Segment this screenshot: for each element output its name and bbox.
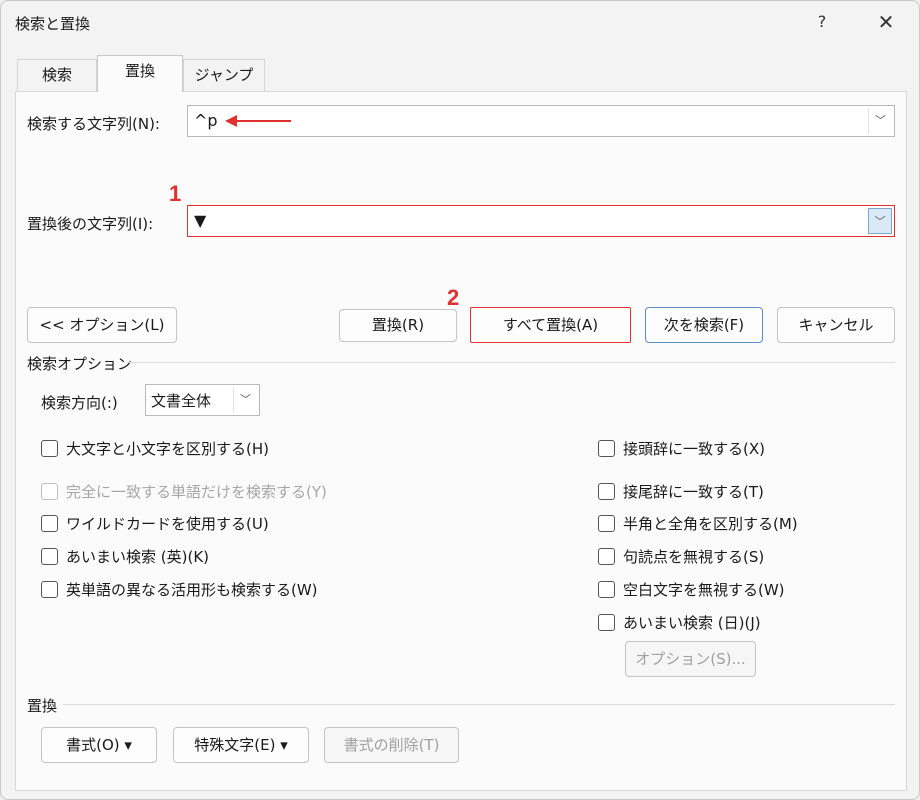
format-button[interactable]: 書式(O) ▾ — [41, 727, 157, 763]
checkbox-whole-word: 完全に一致する単語だけを検索する(Y) — [41, 480, 327, 502]
checkbox-match-case[interactable]: 大文字と小文字を区別する(H) — [41, 437, 269, 459]
replace-all-button[interactable]: すべて置換(A) — [470, 307, 631, 343]
checkbox-label: 半角と全角を区別する(M) — [623, 514, 798, 533]
find-dropdown-icon[interactable]: ﹀ — [868, 108, 892, 134]
checkbox-box — [41, 482, 58, 500]
checkbox-label: 句読点を無視する(S) — [623, 547, 765, 566]
checkbox-ignore-punctuation[interactable]: 句読点を無視する(S) — [598, 545, 764, 567]
checkbox-box[interactable] — [598, 482, 615, 500]
direction-dropdown-icon[interactable]: ﹀ — [233, 387, 257, 413]
replace-section-divider — [63, 704, 895, 705]
checkbox-label: あいまい検索 (英)(K) — [66, 547, 210, 566]
help-button[interactable]: ? — [807, 7, 837, 37]
replace-button[interactable]: 置換(R) — [339, 309, 457, 342]
find-next-button[interactable]: 次を検索(F) — [645, 307, 763, 343]
checkbox-fuzzy-japanese[interactable]: あいまい検索 (日)(J) — [598, 611, 761, 633]
tab-search[interactable]: 検索 — [17, 59, 97, 91]
window-title: 検索と置換 — [15, 15, 91, 33]
checkbox-word-forms[interactable]: 英単語の異なる活用形も検索する(W) — [41, 578, 318, 600]
find-label: 検索する文字列(N): — [27, 115, 160, 133]
checkbox-label: あいまい検索 (日)(J) — [623, 613, 761, 632]
tab-replace[interactable]: 置換 — [97, 55, 183, 92]
find-input[interactable]: ^p ﹀ — [187, 105, 895, 137]
checkbox-match-prefix[interactable]: 接頭辞に一致する(X) — [598, 437, 765, 459]
tab-jump[interactable]: ジャンプ — [183, 59, 265, 91]
checkbox-label: 大文字と小文字を区別する(H) — [66, 439, 269, 458]
checkbox-ignore-whitespace[interactable]: 空白文字を無視する(W) — [598, 578, 785, 600]
checkbox-box[interactable] — [598, 547, 615, 565]
checkbox-box[interactable] — [41, 580, 58, 598]
step-marker-2: 2 — [447, 285, 460, 310]
checkbox-label: 空白文字を無視する(W) — [623, 580, 785, 599]
options-toggle-button[interactable]: << オプション(L) — [27, 307, 177, 343]
checkbox-label: 接尾辞に一致する(T) — [623, 482, 764, 501]
search-options-divider — [127, 362, 895, 363]
title-bar: 検索と置換 ? ✕ — [1, 1, 919, 45]
close-button[interactable]: ✕ — [869, 7, 903, 37]
replace-value: ▼ — [194, 211, 207, 230]
checkbox-box[interactable] — [598, 580, 615, 598]
checkbox-wildcards[interactable]: ワイルドカードを使用する(U) — [41, 512, 269, 534]
clear-formatting-button[interactable]: 書式の削除(T) — [324, 727, 459, 763]
find-replace-dialog: 検索と置換 ? ✕ 検索 置換 ジャンプ 検索する文字列(N): ^p ﹀ 1 … — [0, 0, 920, 800]
fuzzy-options-button[interactable]: オプション(S)... — [625, 641, 756, 677]
checkbox-box[interactable] — [598, 514, 615, 532]
direction-select[interactable]: 文書全体 ﹀ — [145, 384, 260, 416]
checkbox-label: 接頭辞に一致する(X) — [623, 439, 765, 458]
red-arrow-icon — [225, 115, 291, 127]
replace-dropdown-icon[interactable]: ﹀ — [868, 208, 892, 234]
replace-section-heading: 置換 — [27, 697, 58, 715]
find-value: ^p — [194, 111, 218, 130]
checkbox-box[interactable] — [41, 514, 58, 532]
search-options-heading: 検索オプション — [27, 355, 133, 373]
replace-input[interactable]: ▼ ﹀ — [187, 205, 895, 237]
checkbox-match-suffix[interactable]: 接尾辞に一致する(T) — [598, 480, 764, 502]
replace-label: 置換後の文字列(I): — [27, 215, 154, 233]
checkbox-box[interactable] — [598, 613, 615, 631]
checkbox-box[interactable] — [41, 439, 58, 457]
checkbox-box[interactable] — [41, 547, 58, 565]
checkbox-match-width[interactable]: 半角と全角を区別する(M) — [598, 512, 798, 534]
checkbox-label: ワイルドカードを使用する(U) — [66, 514, 269, 533]
checkbox-fuzzy-english[interactable]: あいまい検索 (英)(K) — [41, 545, 209, 567]
special-characters-button[interactable]: 特殊文字(E) ▾ — [173, 727, 309, 763]
cancel-button[interactable]: キャンセル — [777, 307, 895, 343]
direction-value: 文書全体 — [151, 392, 212, 410]
checkbox-label: 完全に一致する単語だけを検索する(Y) — [66, 482, 327, 501]
direction-label: 検索方向(:) — [41, 394, 118, 412]
checkbox-label: 英単語の異なる活用形も検索する(W) — [66, 580, 318, 599]
step-marker-1: 1 — [169, 181, 182, 206]
checkbox-box[interactable] — [598, 439, 615, 457]
